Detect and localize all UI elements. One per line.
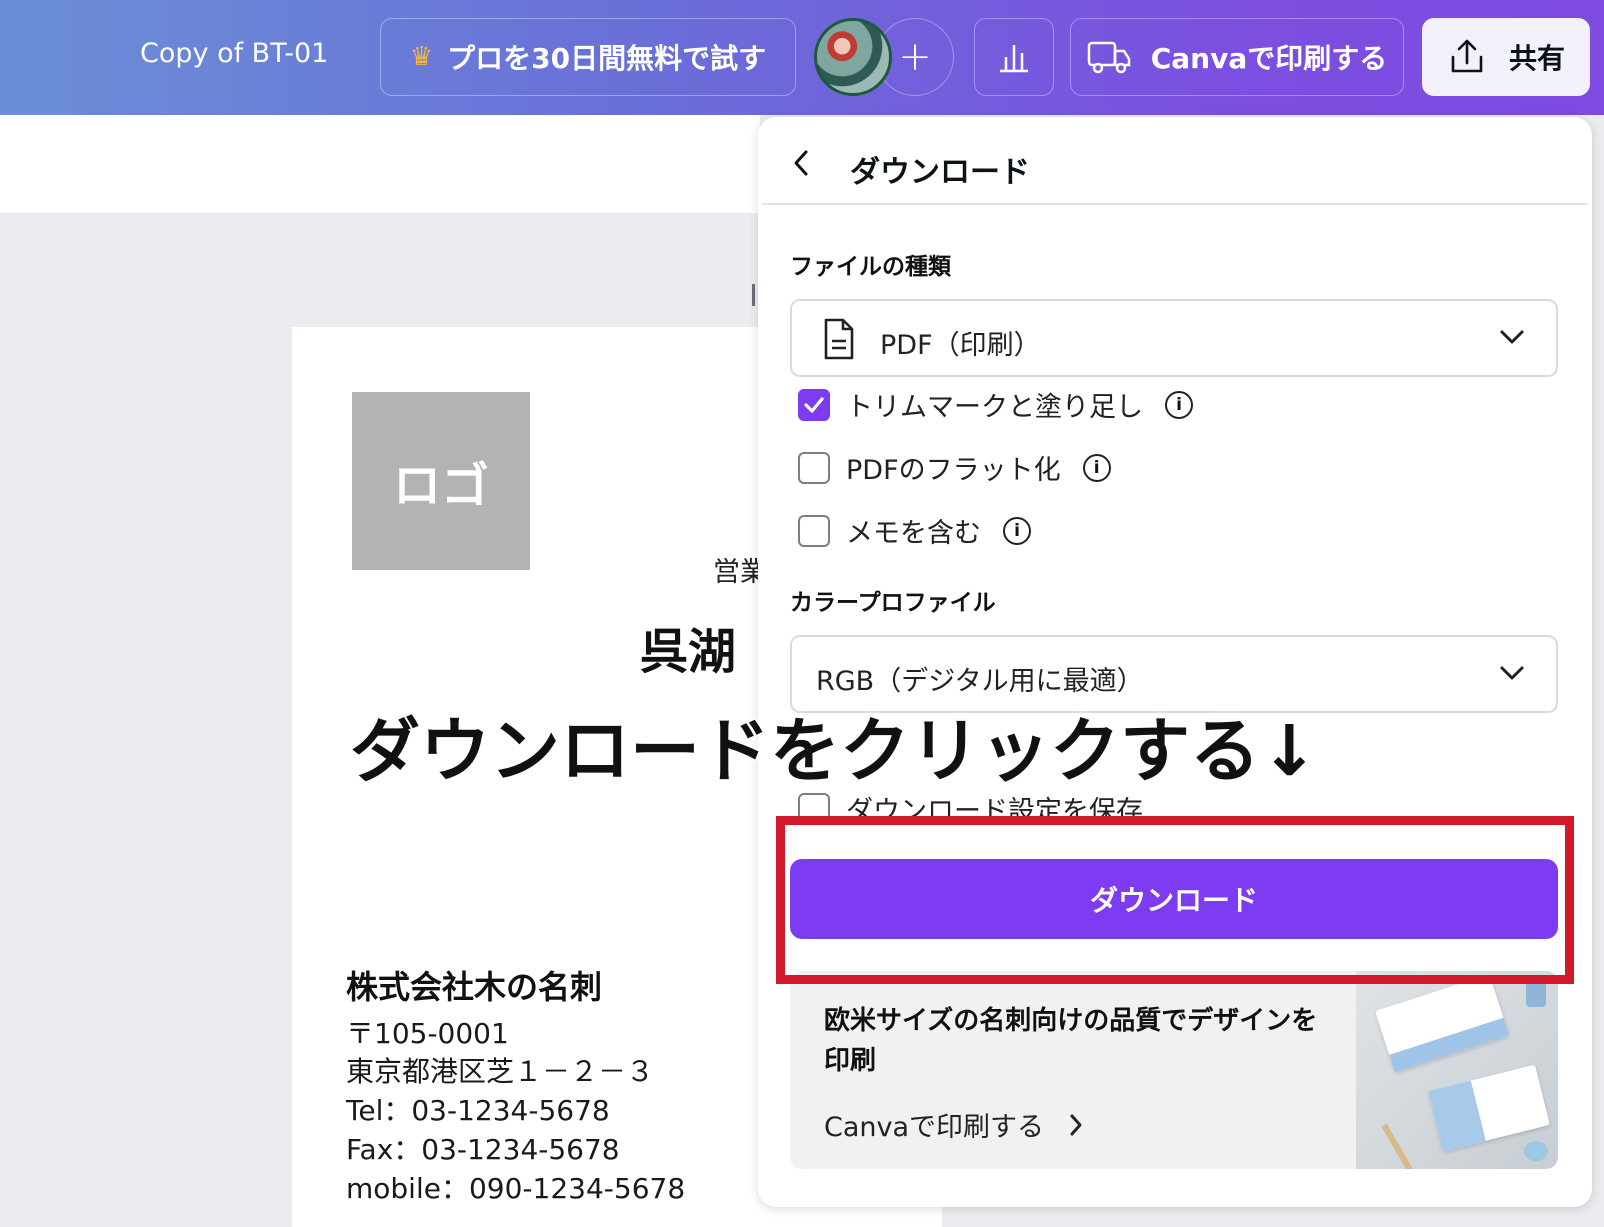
back-button[interactable] xyxy=(790,147,812,187)
promo-link[interactable]: Canvaで印刷する xyxy=(824,1105,1084,1144)
top-toolbar: Copy of BT-01 ♛ プロを30日間無料で試す + Canvaで印刷す… xyxy=(0,0,1604,115)
trim-marks-checkbox[interactable] xyxy=(798,388,830,421)
pro-trial-label: プロを30日間無料で試す xyxy=(447,42,767,75)
file-type-select[interactable]: PDF（印刷） xyxy=(790,299,1558,377)
chevron-down-icon xyxy=(1500,330,1524,344)
checkmark-icon xyxy=(804,396,824,413)
flatten-pdf-checkbox[interactable] xyxy=(798,451,830,484)
include-notes-label: メモを含む xyxy=(846,518,981,549)
crown-icon: ♛ xyxy=(409,42,434,72)
editor-toolbar-strip xyxy=(0,115,760,213)
pencil-decoration xyxy=(1381,1123,1417,1169)
person-name-text[interactable]: 呉湖 xyxy=(640,612,736,682)
fax-text[interactable]: Fax：03-1234-5678 xyxy=(346,1128,620,1168)
flatten-pdf-label: PDFのフラット化 xyxy=(846,455,1061,486)
address-text[interactable]: 東京都港区芝１－２－３ xyxy=(346,1050,654,1090)
canvas-edge-marker xyxy=(752,284,755,306)
sample-card-image xyxy=(1375,974,1509,1072)
chevron-down-icon xyxy=(1500,666,1524,680)
business-cards-photo xyxy=(1356,971,1558,1169)
pro-trial-button[interactable]: ♛ プロを30日間無料で試す xyxy=(380,18,796,96)
info-icon[interactable]: i xyxy=(1082,453,1111,482)
download-panel: ダウンロード ファイルの種類 PDF（印刷） トリムマークと塗り足し i PDF… xyxy=(758,117,1592,1207)
insights-button[interactable] xyxy=(974,18,1054,96)
tape-roll-decoration xyxy=(1526,981,1546,1007)
print-label: Canvaで印刷する xyxy=(1150,42,1388,75)
instruction-overlay-text: ダウンロードをクリックする↓ xyxy=(350,710,1319,792)
info-icon[interactable]: i xyxy=(1003,516,1031,545)
share-upload-icon xyxy=(1451,39,1483,73)
postal-code-text[interactable]: 〒105-0001 xyxy=(346,1012,509,1052)
panel-divider xyxy=(762,203,1588,205)
tel-text[interactable]: Tel：03-1234-5678 xyxy=(346,1089,610,1129)
logo-text: ロゴ xyxy=(392,458,489,514)
print-promo-card[interactable]: 欧米サイズの名刺向けの品質でデザインを印刷 Canvaで印刷する xyxy=(790,971,1558,1169)
flatten-pdf-option[interactable]: PDFのフラット化 i xyxy=(798,448,1111,487)
share-label: 共有 xyxy=(1508,42,1565,75)
panel-title: ダウンロード xyxy=(850,155,1030,190)
color-profile-value: RGB（デジタル用に最適） xyxy=(816,666,1144,697)
sample-card-image xyxy=(1428,1064,1550,1152)
include-notes-checkbox[interactable] xyxy=(798,514,830,547)
print-with-canva-button[interactable]: Canvaで印刷する xyxy=(1070,18,1404,96)
document-icon xyxy=(824,318,854,360)
bar-chart-icon xyxy=(1000,45,1028,73)
file-type-label: ファイルの種類 xyxy=(790,254,951,280)
chevron-left-icon xyxy=(794,150,808,176)
include-notes-option[interactable]: メモを含む i xyxy=(798,511,1031,550)
avatar[interactable] xyxy=(814,18,892,96)
truck-icon xyxy=(1087,41,1130,74)
promo-title: 欧米サイズの名刺向けの品質でデザインを印刷 xyxy=(824,1006,1318,1076)
company-name-text[interactable]: 株式会社木の名刺 xyxy=(346,962,602,1008)
save-settings-checkbox[interactable] xyxy=(798,792,830,825)
trim-marks-option[interactable]: トリムマークと塗り足し i xyxy=(798,385,1193,424)
mobile-text[interactable]: mobile：090-1234-5678 xyxy=(346,1167,685,1207)
tape-roll-decoration xyxy=(1524,1141,1548,1161)
promo-link-label: Canvaで印刷する xyxy=(824,1112,1045,1143)
document-title[interactable]: Copy of BT-01 xyxy=(140,38,328,69)
trim-marks-label: トリムマークと塗り足し xyxy=(846,392,1143,423)
chevron-right-icon xyxy=(1070,1114,1082,1135)
logo-placeholder[interactable]: ロゴ xyxy=(352,392,530,570)
color-profile-label: カラープロファイル xyxy=(790,590,996,616)
plus-icon: + xyxy=(898,34,932,80)
info-icon[interactable]: i xyxy=(1165,390,1193,419)
share-button[interactable]: 共有 xyxy=(1422,18,1590,96)
file-type-value: PDF（印刷） xyxy=(880,330,1041,361)
download-button[interactable]: ダウンロード xyxy=(790,859,1558,939)
